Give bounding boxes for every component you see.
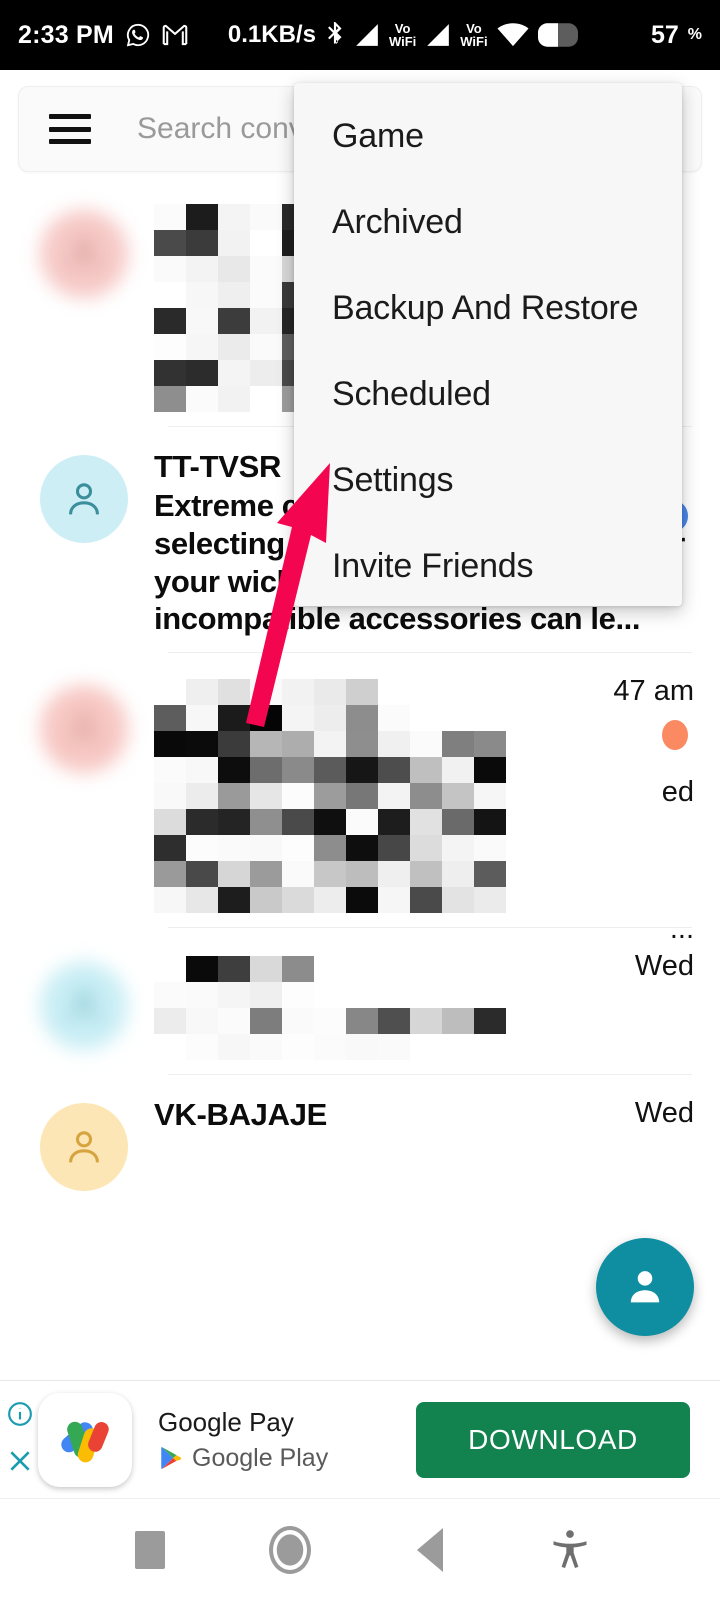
status-bar: 2:33 PM 0.1KB/s Vo WiFi Vo WiFi 57 % bbox=[0, 0, 720, 70]
conversation-time: Wed bbox=[634, 950, 694, 983]
battery-percent-symbol: % bbox=[687, 26, 702, 43]
whatsapp-icon bbox=[125, 22, 151, 48]
avatar bbox=[40, 962, 128, 1051]
circle-icon bbox=[269, 1525, 311, 1574]
recents-button[interactable] bbox=[115, 1515, 185, 1585]
data-rate-label: 0.1KB/s bbox=[227, 21, 316, 48]
conversation-snippet-fragment: ed bbox=[661, 776, 694, 809]
system-navigation-bar bbox=[0, 1498, 720, 1600]
accessibility-icon bbox=[553, 1529, 587, 1568]
list-item-meta: 47 am ed ... bbox=[613, 675, 694, 946]
google-play-icon bbox=[161, 1446, 182, 1470]
ad-download-button[interactable]: DOWNLOAD bbox=[416, 1401, 690, 1478]
ad-app-icon[interactable] bbox=[38, 1392, 132, 1487]
new-contact-icon bbox=[630, 1271, 660, 1303]
list-item-meta: Wed bbox=[635, 1097, 694, 1130]
accessibility-button[interactable] bbox=[535, 1515, 605, 1585]
battery-icon bbox=[537, 23, 578, 47]
ad-title: Google Pay bbox=[158, 1406, 294, 1437]
close-icon[interactable] bbox=[7, 1448, 33, 1479]
list-item-content: VK-BAJAJE bbox=[154, 1097, 696, 1191]
google-pay-icon bbox=[61, 1421, 109, 1462]
ad-banner: Google Pay Google Play DOWNLOAD bbox=[0, 1380, 720, 1498]
triangle-left-icon bbox=[417, 1527, 443, 1572]
menu-item-archived[interactable]: Archived bbox=[294, 179, 682, 265]
home-button[interactable] bbox=[255, 1515, 325, 1585]
redacted-content bbox=[154, 956, 696, 1061]
annotation-arrow-icon bbox=[246, 463, 330, 727]
square-icon bbox=[135, 1530, 165, 1569]
avatar bbox=[40, 210, 128, 298]
list-item-content bbox=[154, 956, 696, 1074]
volte-wifi-icon: Vo WiFi bbox=[460, 21, 488, 49]
conversation-time: Wed bbox=[634, 1097, 694, 1130]
ad-text-block: Google Pay Google Play bbox=[158, 1407, 328, 1473]
bluetooth-icon bbox=[325, 22, 345, 48]
menu-item-backup-and-restore[interactable]: Backup And Restore bbox=[294, 265, 682, 351]
hamburger-menu-icon[interactable] bbox=[49, 114, 91, 144]
gmail-icon bbox=[162, 24, 188, 46]
search-input[interactable]: Search conv bbox=[137, 112, 304, 146]
ad-store-label: Google Play bbox=[192, 1443, 329, 1472]
menu-item-scheduled[interactable]: Scheduled bbox=[294, 351, 682, 437]
battery-percent: 57 bbox=[650, 20, 679, 49]
avatar bbox=[40, 685, 128, 774]
status-time: 2:33 PM bbox=[18, 20, 114, 49]
avatar bbox=[40, 455, 128, 543]
back-button[interactable] bbox=[395, 1515, 465, 1585]
wifi-icon bbox=[497, 23, 529, 47]
list-item[interactable]: Wed bbox=[0, 928, 720, 1074]
info-icon[interactable] bbox=[7, 1401, 33, 1432]
conversation-title: VK-BAJAJE bbox=[154, 1097, 328, 1133]
new-conversation-fab[interactable] bbox=[596, 1238, 694, 1336]
list-item[interactable]: VK-BAJAJE Wed bbox=[0, 1075, 720, 1192]
avatar bbox=[40, 1103, 128, 1192]
volte-wifi-icon: Vo WiFi bbox=[388, 21, 417, 49]
unread-badge bbox=[662, 720, 688, 751]
list-item-meta: Wed bbox=[635, 950, 694, 983]
menu-item-game[interactable]: Game bbox=[294, 93, 682, 179]
signal-bars-icon bbox=[425, 23, 451, 47]
conversation-time: 47 am bbox=[613, 675, 694, 708]
signal-bars-icon bbox=[354, 23, 380, 47]
